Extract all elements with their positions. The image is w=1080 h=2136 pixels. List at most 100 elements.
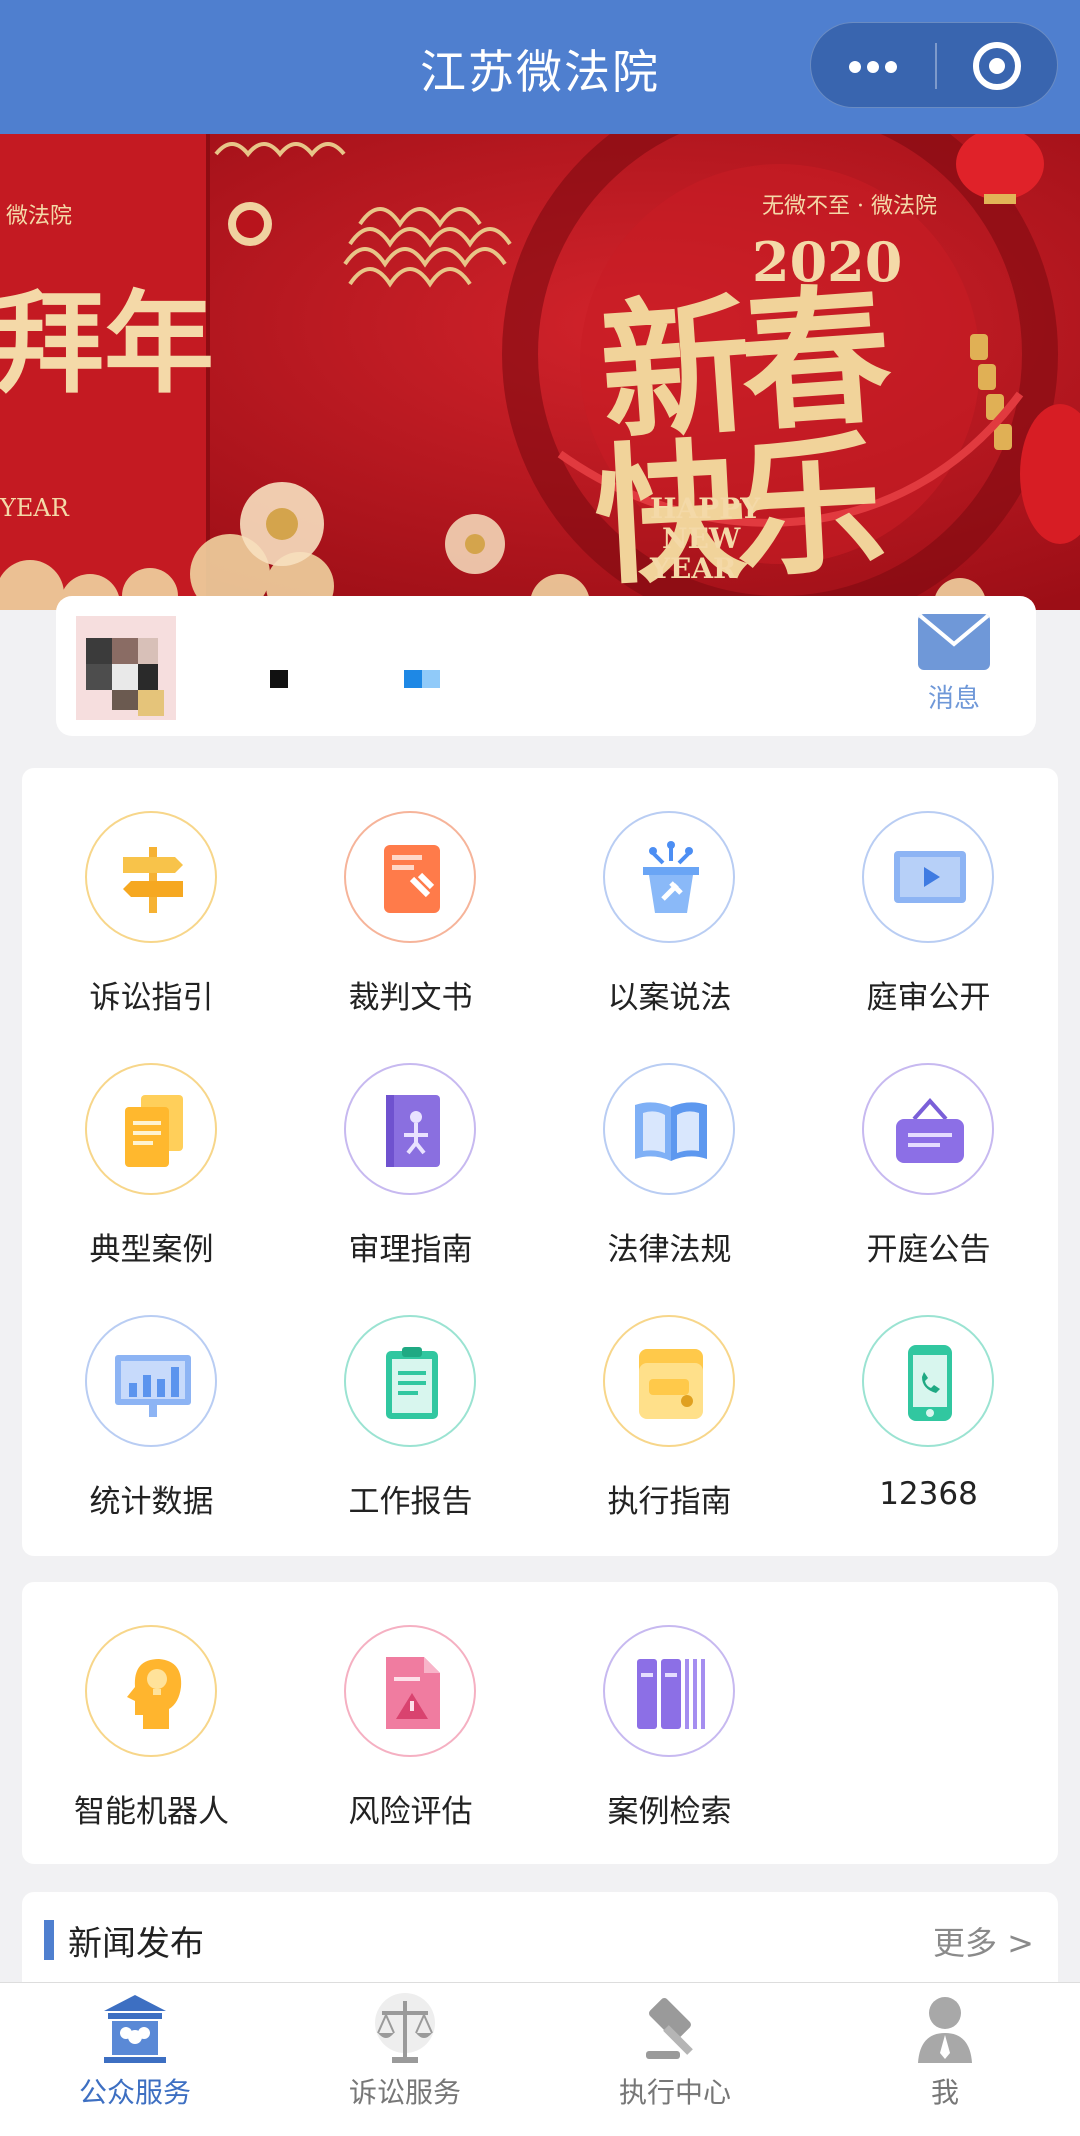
service-icon-ring xyxy=(862,1315,994,1447)
service-case-explanation[interactable]: 以案说法 xyxy=(540,768,799,1018)
service-hotline-12368[interactable]: 12368 xyxy=(799,1272,1058,1522)
section-accent-bar xyxy=(44,1920,54,1960)
mini-program-capsule xyxy=(810,22,1058,108)
banner-left-year: YEAR xyxy=(0,494,69,522)
service-label: 庭审公开 xyxy=(866,980,991,1016)
tab-label: 诉讼服务 xyxy=(348,2076,461,2109)
clipboard-icon xyxy=(386,1347,438,1419)
risk-warning-icon xyxy=(386,1657,440,1729)
tab-public-service[interactable]: 公众服务 xyxy=(0,1983,270,2136)
service-icon-ring xyxy=(603,1315,735,1447)
service-icon-ring xyxy=(344,1063,476,1195)
service-litigation-guide[interactable]: 诉讼指引 xyxy=(22,768,281,1018)
service-label: 审理指南 xyxy=(348,1232,473,1268)
person-icon xyxy=(918,1997,972,2063)
messages-button[interactable]: 消息 xyxy=(912,614,1008,724)
service-judgment-documents[interactable]: 裁判文书 xyxy=(281,768,540,1018)
tab-label: 执行中心 xyxy=(618,2076,731,2109)
target-dot xyxy=(989,58,1005,74)
service-icon-ring xyxy=(344,1625,476,1757)
more-menu-button[interactable] xyxy=(811,23,935,109)
signpost-icon xyxy=(123,847,183,913)
service-icon-ring xyxy=(603,1625,735,1757)
banner-english-2: NEW xyxy=(662,522,741,555)
service-icon-ring xyxy=(344,1315,476,1447)
news-title: 新闻发布 xyxy=(68,1924,204,1964)
service-label: 工作报告 xyxy=(348,1484,473,1520)
close-mini-program-button[interactable] xyxy=(935,23,1059,109)
service-label: 典型案例 xyxy=(89,1232,214,1268)
tool-case-search[interactable]: 案例检索 xyxy=(540,1582,799,1832)
phone-icon xyxy=(908,1345,952,1421)
service-icon-ring xyxy=(603,1063,735,1195)
documents-icon xyxy=(125,1095,183,1167)
service-icon-ring xyxy=(862,811,994,943)
tab-litigation-service[interactable]: 诉讼服务 xyxy=(270,1983,540,2136)
service-icon-ring xyxy=(85,1315,217,1447)
guide-book-icon xyxy=(386,1095,440,1167)
service-icon-ring xyxy=(344,811,476,943)
tool-smart-robot[interactable]: 智能机器人 xyxy=(22,1582,281,1832)
service-work-report[interactable]: 工作报告 xyxy=(281,1272,540,1522)
tool-risk-assessment[interactable]: 风险评估 xyxy=(281,1582,540,1832)
bottom-tab-bar: 公众服务 诉讼服务 执行中心 我 xyxy=(0,1982,1080,2136)
envelope-icon xyxy=(918,614,990,670)
service-hearing-announcement[interactable]: 开庭公告 xyxy=(799,1020,1058,1270)
services-grid: 诉讼指引 裁判文书 以案说法 庭审公开 典型案例 审理指南 法律法规 开庭公告 … xyxy=(22,768,1058,1556)
news-more-link[interactable]: 更多 > xyxy=(933,1918,1034,1964)
robot-head-icon xyxy=(127,1659,182,1729)
user-tag-redacted xyxy=(404,670,422,688)
video-screen-icon xyxy=(894,851,966,903)
user-info-card: 消息 xyxy=(56,596,1036,736)
service-label: 12368 xyxy=(879,1476,978,1512)
case-binders-icon xyxy=(637,1659,705,1729)
bar-chart-board-icon xyxy=(115,1355,191,1417)
more-dots-icon xyxy=(885,61,897,73)
service-label: 统计数据 xyxy=(89,1484,214,1520)
service-statistics[interactable]: 统计数据 xyxy=(22,1272,281,1522)
service-label: 诉讼指引 xyxy=(89,980,214,1016)
judgment-document-icon xyxy=(384,845,440,913)
service-laws-regulations[interactable]: 法律法规 xyxy=(540,1020,799,1270)
service-icon-ring xyxy=(85,811,217,943)
user-tag-redacted-2 xyxy=(422,670,440,688)
banner-english: HAPPY NEW YEAR xyxy=(650,494,760,584)
service-label: 执行指南 xyxy=(607,1484,732,1520)
more-dots-icon xyxy=(867,61,879,73)
banner-english-1: HAPPY xyxy=(650,492,761,525)
service-icon-ring xyxy=(603,811,735,943)
service-open-trial[interactable]: 庭审公开 xyxy=(799,768,1058,1018)
tool-label: 案例检索 xyxy=(607,1794,732,1830)
open-book-icon xyxy=(635,1102,707,1161)
more-dots-icon xyxy=(849,61,861,73)
folder-icon xyxy=(639,1349,703,1419)
service-trial-guide[interactable]: 审理指南 xyxy=(281,1020,540,1270)
banner-left-caption: 微法院 xyxy=(6,204,73,229)
tab-me[interactable]: 我 xyxy=(810,1983,1080,2136)
tool-label: 风险评估 xyxy=(348,1794,473,1830)
app-page: 江苏微法院 微法院 拜年 YEAR 无微不至 · 微法院 2020 新春 快乐 … xyxy=(0,0,1080,2136)
gavel-icon xyxy=(646,1998,693,2059)
service-label: 以案说法 xyxy=(607,980,732,1016)
service-label: 法律法规 xyxy=(607,1232,732,1268)
podium-icon xyxy=(643,841,699,913)
tab-label: 公众服务 xyxy=(78,2076,191,2109)
username-redacted xyxy=(270,670,288,688)
service-icon-ring xyxy=(862,1063,994,1195)
service-label: 开庭公告 xyxy=(866,1232,991,1268)
banner-slogan: 无微不至 · 微法院 xyxy=(762,194,937,219)
tool-label: 智能机器人 xyxy=(74,1794,229,1830)
service-icon-ring xyxy=(85,1063,217,1195)
service-typical-cases[interactable]: 典型案例 xyxy=(22,1020,281,1270)
banner-carousel[interactable]: 微法院 拜年 YEAR 无微不至 · 微法院 2020 新春 快乐 HAPPY … xyxy=(0,134,1080,610)
banner-left-headline: 拜年 xyxy=(0,279,214,408)
hanging-sign-icon xyxy=(896,1097,964,1163)
banner-english-3: YEAR xyxy=(650,552,737,585)
service-execution-guide[interactable]: 执行指南 xyxy=(540,1272,799,1522)
courthouse-icon xyxy=(104,1995,166,2063)
messages-label: 消息 xyxy=(927,684,980,714)
service-icon-ring xyxy=(85,1625,217,1757)
avatar[interactable] xyxy=(76,616,176,720)
tab-execution-center[interactable]: 执行中心 xyxy=(540,1983,810,2136)
tab-label: 我 xyxy=(930,2076,959,2109)
